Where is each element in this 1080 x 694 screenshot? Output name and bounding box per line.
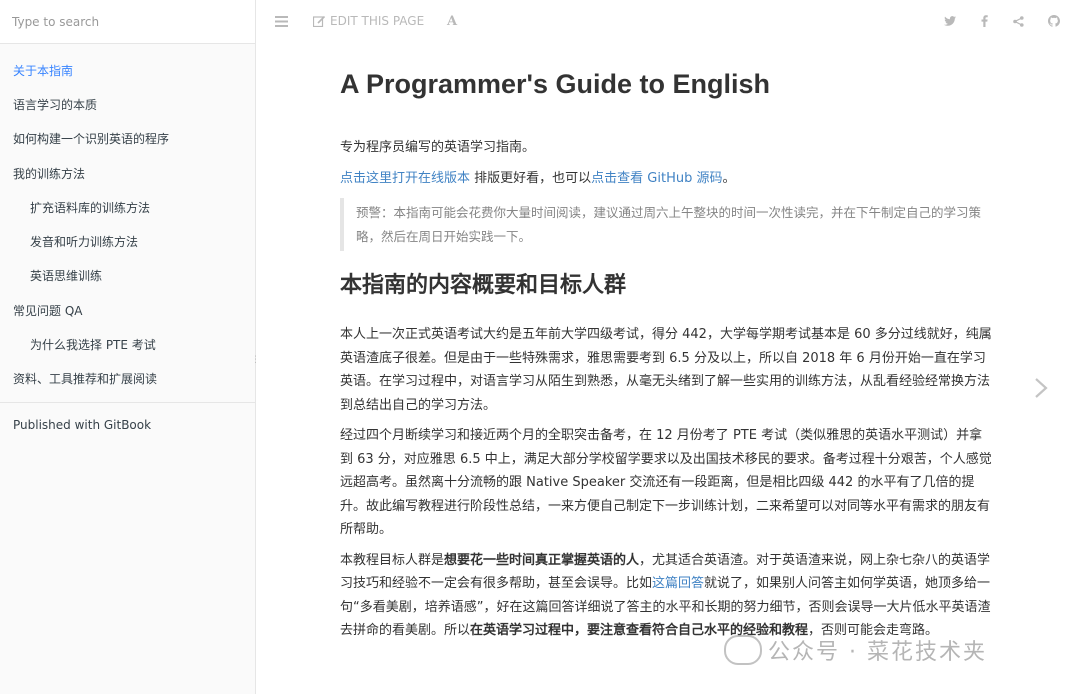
share-icon[interactable] (1013, 16, 1024, 27)
page-content: A Programmer's Guide to English 专为程序员编写的… (340, 66, 992, 650)
edit-this-page-button[interactable]: EDIT THIS PAGE (313, 14, 424, 28)
warning-blockquote: 预警：本指南可能会花费你大量时间阅读，建议通过周六上午整块的时间一次性读完，并在… (340, 198, 992, 251)
sidebar-resize-handle[interactable]: ⋮ (251, 356, 260, 365)
links-paragraph: 点击这里打开在线版本 排版更好看，也可以点击查看 GitHub 源码。 (340, 167, 992, 191)
paragraph-target-audience: 本教程目标人群是想要花一些时间真正掌握英语的人，尤其适合英语渣。对于英语渣来说，… (340, 549, 992, 643)
font-settings-icon[interactable]: A (447, 14, 457, 29)
edit-icon (313, 15, 326, 27)
para3-bold-b: 想要花一些时间真正掌握英语的人 (444, 552, 640, 568)
sidebar-item-language-learning[interactable]: 语言学习的本质 (0, 87, 255, 121)
menu-icon[interactable] (275, 16, 288, 27)
edit-this-page-label: EDIT THIS PAGE (330, 14, 425, 28)
facebook-icon[interactable] (981, 15, 988, 27)
sidebar-item-about[interactable]: 关于本指南 (0, 53, 255, 87)
section-heading: 本指南的内容概要和目标人群 (340, 273, 627, 298)
twitter-icon[interactable] (944, 16, 956, 26)
header-toolbar: EDIT THIS PAGE A (256, 0, 1080, 44)
sidebar-divider (0, 401, 255, 403)
sidebar-item-resources[interactable]: 资料、工具推荐和扩展阅读 (0, 362, 255, 396)
sidebar-item-training-methods[interactable]: 我的训练方法 (0, 156, 255, 190)
sidebar-item-english-thinking[interactable]: 英语思维训练 (0, 259, 255, 293)
search-input[interactable] (12, 14, 232, 29)
paragraph-exam-result: 经过四个月断续学习和接近两个月的全职突击备考，在 12 月份考了 PTE 考试（… (340, 428, 992, 537)
links-middle-text: 排版更好看，也可以 (470, 170, 592, 186)
sidebar-item-corpus-training[interactable]: 扩充语料库的训练方法 (0, 190, 255, 224)
page-title: A Programmer's Guide to English (340, 69, 770, 99)
next-page-chevron-icon[interactable] (1033, 376, 1049, 404)
search-bar (0, 0, 255, 44)
watermark-text: 公众号 · 菜花技术夹 (768, 640, 987, 665)
sidebar-item-why-pte[interactable]: 为什么我选择 PTE 考试 (0, 327, 255, 361)
table-of-contents: 关于本指南 语言学习的本质 如何构建一个识别英语的程序 我的训练方法 扩充语料库… (0, 44, 255, 443)
published-with-gitbook-link[interactable]: Published with GitBook (0, 407, 255, 443)
sidebar: 关于本指南 语言学习的本质 如何构建一个识别英语的程序 我的训练方法 扩充语料库… (0, 0, 256, 694)
paragraph-background: 本人上一次正式英语考试大约是五年前大学四级考试，得分 442，大学每学期考试基本… (340, 327, 992, 413)
github-source-link[interactable]: 点击查看 GitHub 源码 (591, 171, 722, 186)
sidebar-item-build-program[interactable]: 如何构建一个识别英语的程序 (0, 122, 255, 156)
wechat-icon (724, 635, 762, 665)
links-end-text: 。 (722, 170, 736, 186)
github-icon[interactable] (1048, 15, 1060, 27)
watermark: 公众号 · 菜花技术夹 (724, 634, 987, 666)
sidebar-item-faq[interactable]: 常见问题 QA (0, 293, 255, 327)
sidebar-item-pronunciation-training[interactable]: 发音和听力训练方法 (0, 224, 255, 258)
online-version-link[interactable]: 点击这里打开在线版本 (340, 171, 470, 186)
this-answer-link[interactable]: 这篇回答 (652, 576, 704, 591)
intro-paragraph: 专为程序员编写的英语学习指南。 (340, 140, 536, 155)
para3-text-a: 本教程目标人群是 (340, 552, 445, 568)
